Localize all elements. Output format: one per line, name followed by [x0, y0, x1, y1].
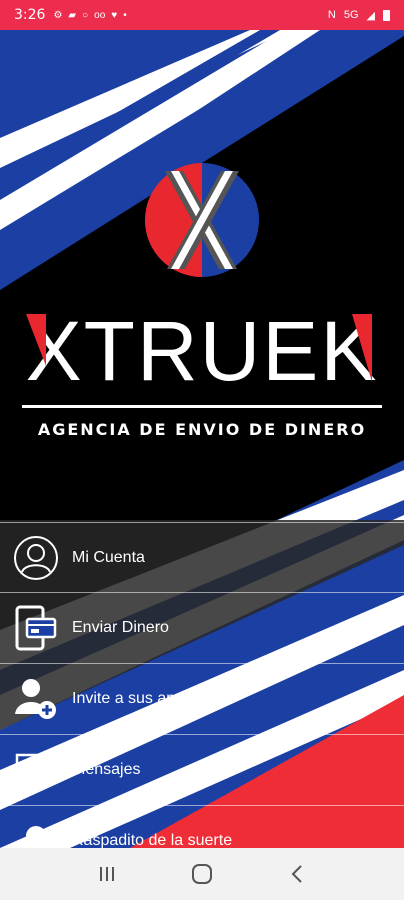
pet-icon: ♥: [111, 9, 118, 21]
brand-name: XTRUEK: [26, 308, 379, 388]
voicemail-icon: oo: [94, 9, 106, 21]
menu-label: Raspadito de la suerte: [72, 832, 233, 848]
nfc-icon: N: [327, 9, 336, 21]
network-type: 5G: [343, 9, 359, 21]
menu-item-mi-cuenta[interactable]: Mi Cuenta: [0, 522, 404, 593]
mobile-card-icon: [12, 604, 60, 652]
menu-label: Invite a sus amigos: [72, 690, 209, 707]
status-time: 3:26: [14, 7, 46, 23]
home-icon[interactable]: [182, 854, 222, 894]
x-logo-icon: [145, 163, 259, 277]
back-icon[interactable]: [277, 854, 317, 894]
brand-wordmark: XTRUEK: [26, 308, 379, 388]
menu-item-invite[interactable]: Invite a sus amigos: [0, 664, 404, 735]
circle-icon: ○: [82, 9, 89, 21]
menu-item-raspadito[interactable]: Raspadito de la suerte: [0, 806, 404, 848]
recent-apps-icon[interactable]: [87, 854, 127, 894]
add-user-icon: [12, 675, 60, 723]
lucky-icon: [12, 817, 60, 848]
brand-divider: [22, 405, 382, 408]
dot-icon: •: [123, 9, 127, 21]
menu-label: Mi Cuenta: [72, 548, 145, 566]
gear-icon: ⚙: [53, 9, 63, 21]
system-nav-bar: [0, 848, 404, 900]
tagline: AGENCIA DE ENVIO DE DINERO: [37, 420, 367, 439]
status-bar: 3:26 ⚙ ▰ ○ oo ♥ • N 5G ◢: [0, 0, 404, 30]
menu-label: Mensajes: [72, 761, 141, 778]
menu-item-mensajes[interactable]: Mensajes: [0, 735, 404, 806]
chat-icon: ▰: [68, 9, 77, 21]
message-icon: [12, 746, 60, 794]
menu-label: Enviar Dinero: [72, 619, 169, 636]
battery-icon: [383, 9, 390, 21]
main-menu: Mi Cuenta Enviar Dinero Invite a sus ami…: [0, 522, 404, 848]
app-screen: XTRUEK AGENCIA DE ENVIO DE DINERO Mi Cue…: [0, 30, 404, 848]
signal-icon: ◢: [366, 9, 375, 22]
menu-item-enviar-dinero[interactable]: Enviar Dinero: [0, 593, 404, 664]
user-circle-icon: [12, 534, 60, 582]
